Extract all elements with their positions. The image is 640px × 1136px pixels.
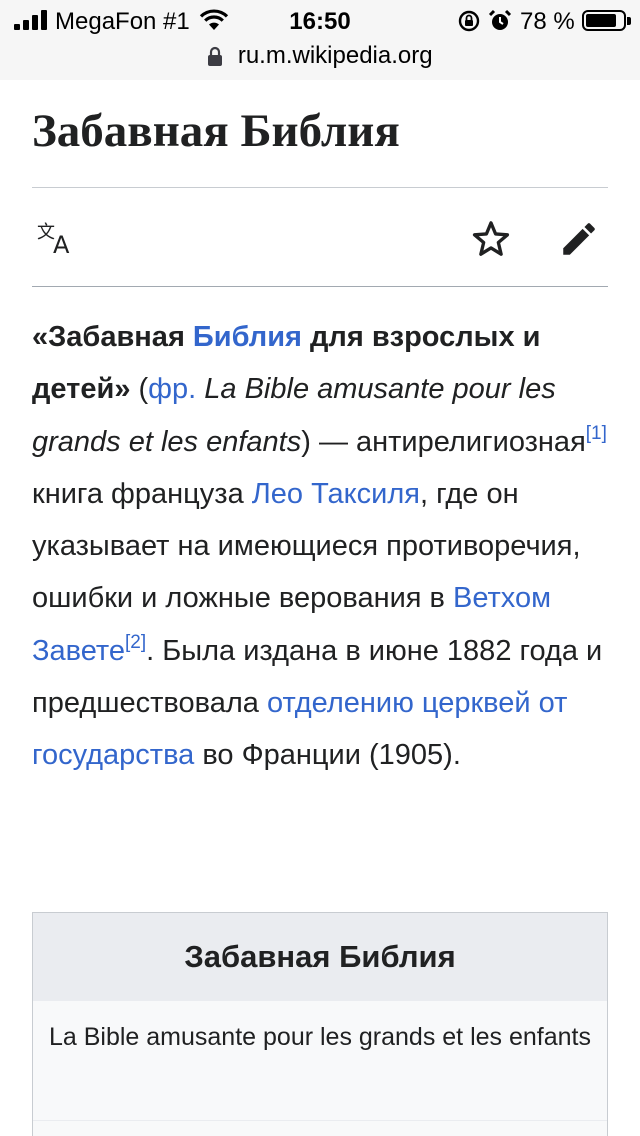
- infobox: Забавная Библия La Bible amusante pour l…: [32, 912, 608, 1136]
- watch-star-button[interactable]: [468, 216, 514, 262]
- alarm-icon: [488, 9, 512, 30]
- reference-2-link[interactable]: [2]: [125, 632, 146, 653]
- battery-percentage: 78 %: [520, 8, 575, 35]
- address-bar[interactable]: ru.m.wikipedia.org: [0, 42, 640, 72]
- link-bible[interactable]: Библия: [193, 321, 302, 353]
- page-title: Забавная Библия: [32, 105, 400, 157]
- status-bar: MegaFon #1 16:50 78 %: [0, 0, 640, 42]
- edit-button[interactable]: [556, 216, 602, 262]
- browser-top-bar: MegaFon #1 16:50 78 % ru.m.wikipedia.org: [0, 0, 640, 80]
- language-button[interactable]: 文 A: [36, 216, 82, 262]
- rotation-lock-icon: [458, 10, 480, 32]
- padlock-icon: [208, 46, 223, 66]
- lead-paragraph: «Забавная Библия для взрослых и детей» (…: [32, 321, 607, 772]
- title-divider: [32, 187, 608, 188]
- star-icon: [472, 221, 510, 256]
- pencil-icon: [563, 223, 595, 255]
- battery-icon: [582, 10, 631, 31]
- reference-1-link[interactable]: [1]: [586, 423, 607, 444]
- translate-icon: 文 A: [37, 222, 70, 257]
- svg-text:A: A: [53, 231, 70, 257]
- link-leo-taxil[interactable]: Лео Таксиля: [252, 478, 420, 510]
- url-text[interactable]: ru.m.wikipedia.org: [238, 42, 433, 70]
- link-french[interactable]: фр.: [148, 373, 196, 405]
- infobox-original-title: La Bible amusante pour les grands et les…: [33, 1001, 607, 1121]
- actions-divider: [32, 286, 608, 287]
- infobox-heading: Забавная Библия: [33, 913, 607, 1001]
